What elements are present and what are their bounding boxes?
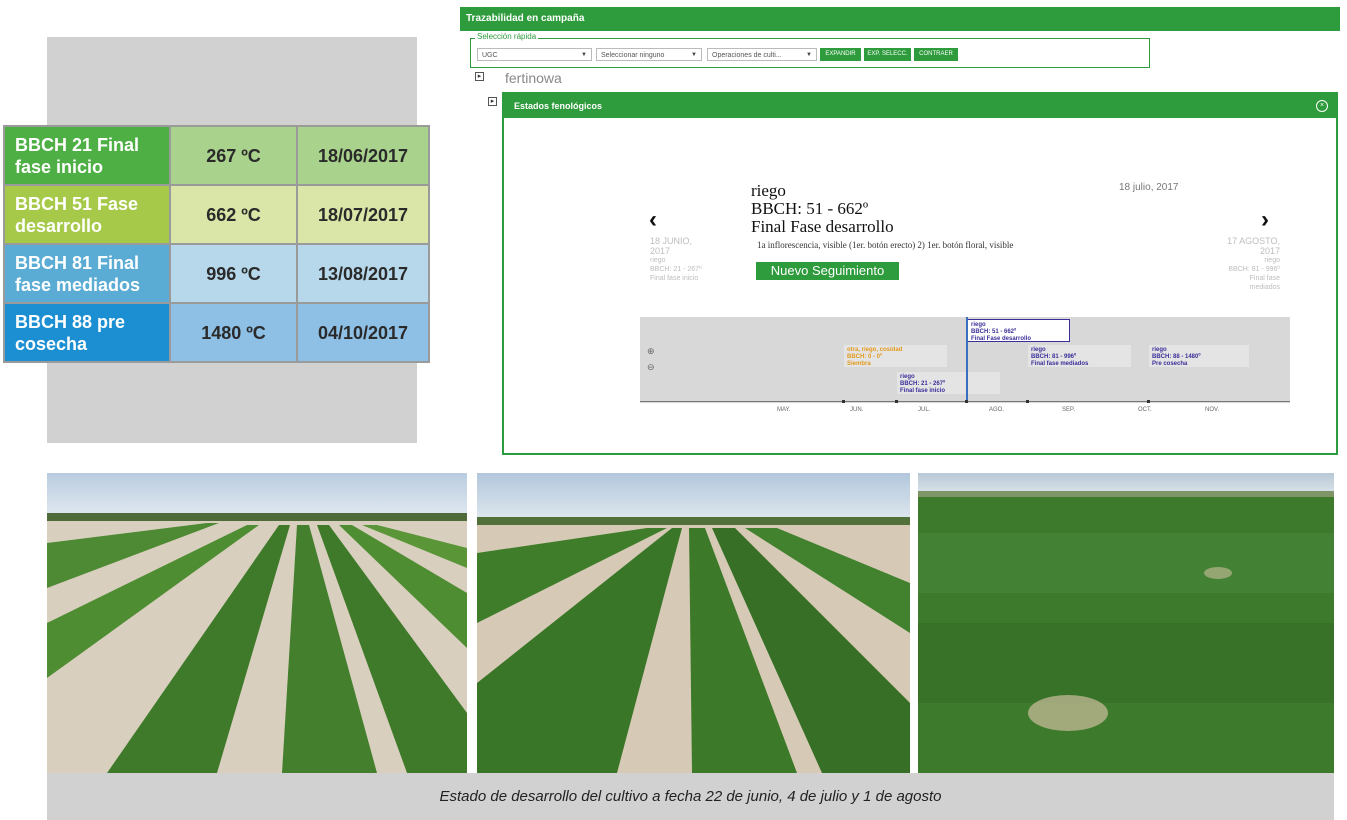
axis-tick — [1147, 400, 1150, 403]
date-cell: 04/10/2017 — [296, 302, 430, 363]
ugc-select[interactable]: UGC ▼ — [477, 48, 592, 61]
axis-tick — [895, 400, 898, 403]
phenology-modal: Estados fenológicos × ‹ 18 JUNIO, 2017 r… — [502, 92, 1338, 455]
date-cell: 13/08/2017 — [296, 243, 430, 304]
timeline-event-selected[interactable]: riego BBCH: 51 - 662º Final Fase desarro… — [967, 319, 1070, 342]
table-row: BBCH 51 Fase desarrollo 662 ºC 18/07/201… — [3, 184, 430, 245]
date-cell: 18/06/2017 — [296, 125, 430, 186]
timeline-event[interactable]: otra, riego, cosidad BBCH: 0 - 0º Siembr… — [844, 345, 947, 367]
bbch-table: BBCH 21 Final fase inicio 267 ºC 18/06/2… — [3, 125, 430, 363]
month-label: AGO. — [989, 407, 1005, 413]
bbch-stage-cell: BBCH 51 Fase desarrollo — [3, 184, 171, 245]
table-row: BBCH 88 pre cosecha 1480 ºC 04/10/2017 — [3, 302, 430, 363]
crop-photo-july — [477, 473, 910, 773]
month-label: JUL. — [918, 407, 931, 413]
degree-days-cell: 1480 ºC — [169, 302, 298, 363]
previous-arrow-icon[interactable]: ‹ — [649, 208, 657, 232]
month-label: JUN. — [850, 407, 864, 413]
selection-select-value: Seleccionar ninguno — [601, 52, 665, 59]
timeline-event[interactable]: riego BBCH: 88 - 1480º Pre cosecha — [1149, 345, 1249, 367]
tree-root-label[interactable]: fertinowa — [505, 70, 562, 86]
operations-select-value: Operaciones de culti... — [712, 52, 782, 59]
bbch-stage-cell: BBCH 88 pre cosecha — [3, 302, 171, 363]
zoom-in-icon[interactable]: ⊕ — [647, 346, 655, 357]
quick-select-panel: Selección rápida UGC ▼ Seleccionar ningu… — [470, 32, 1150, 68]
photo-caption: Estado de desarrollo del cultivo a fecha… — [47, 773, 1334, 820]
month-label: NOV. — [1205, 407, 1220, 413]
chevron-down-icon: ▼ — [581, 52, 587, 58]
axis-tick — [842, 400, 845, 403]
quick-select-legend: Selección rápida — [475, 32, 539, 41]
detail-date: 18 julio, 2017 — [1119, 182, 1179, 193]
table-row: BBCH 21 Final fase inicio 267 ºC 18/06/2… — [3, 125, 430, 186]
chevron-down-icon: ▼ — [806, 52, 812, 58]
crop-photo-august — [918, 473, 1334, 773]
month-label: MAY. — [777, 407, 791, 413]
operations-select[interactable]: Operaciones de culti... ▼ — [707, 48, 817, 61]
close-icon[interactable]: × — [1316, 100, 1328, 112]
degree-days-cell: 662 ºC — [169, 184, 298, 245]
selected-stage-detail: riego BBCH: 51 - 662º Final Fase desarro… — [751, 182, 894, 236]
collapse-button[interactable]: CONTRAER — [914, 48, 958, 61]
timeline-event[interactable]: riego BBCH: 81 - 996º Final fase mediado… — [1028, 345, 1131, 367]
detail-operation: riego — [751, 181, 786, 200]
chevron-down-icon: ▼ — [691, 52, 697, 58]
detail-bbch: BBCH: 51 - 662º — [751, 199, 869, 218]
table-row: BBCH 81 Final fase mediados 996 ºC 13/08… — [3, 243, 430, 304]
detail-description: 1a inflorescencia, visible (1er. botón e… — [757, 240, 1014, 250]
tree-expand-icon[interactable]: ▸ — [475, 72, 484, 81]
degree-days-cell: 996 ºC — [169, 243, 298, 304]
new-tracking-button[interactable]: Nuevo Seguimiento — [756, 262, 899, 280]
crop-photo-june — [47, 473, 467, 773]
axis-tick — [965, 400, 968, 403]
bbch-stage-cell: BBCH 81 Final fase mediados — [3, 243, 171, 304]
bbch-stage-cell: BBCH 21 Final fase inicio — [3, 125, 171, 186]
modal-title: Estados fenológicos — [504, 94, 1336, 118]
selection-select[interactable]: Seleccionar ninguno ▼ — [596, 48, 702, 61]
expand-button[interactable]: EXPANDIR — [820, 48, 861, 61]
tree-expand-icon[interactable]: ▸ — [488, 97, 497, 106]
timeline-event[interactable]: riego BBCH: 21 - 267º Final fase inicio — [897, 372, 1000, 394]
date-cell: 18/07/2017 — [296, 184, 430, 245]
degree-days-cell: 267 ºC — [169, 125, 298, 186]
zoom-out-icon[interactable]: ⊖ — [647, 362, 655, 373]
month-label: SEP. — [1062, 407, 1075, 413]
previous-stage-summary[interactable]: 18 JUNIO, 2017 riego BBCH: 21 - 267º Fin… — [650, 236, 702, 283]
next-arrow-icon[interactable]: › — [1261, 208, 1269, 232]
ugc-select-value: UGC — [482, 52, 498, 59]
detail-stage-name: Final Fase desarrollo — [751, 217, 894, 236]
month-label: OCT. — [1138, 407, 1152, 413]
expand-selected-button[interactable]: EXP. SELECC. — [864, 48, 911, 61]
current-date-marker — [966, 317, 968, 403]
next-stage-summary[interactable]: 17 AGOSTO, 2017 riego BBCH: 81 - 996º Fi… — [1218, 236, 1280, 292]
axis-tick — [1026, 400, 1029, 403]
app-header: Trazabilidad en campaña — [460, 7, 1340, 31]
